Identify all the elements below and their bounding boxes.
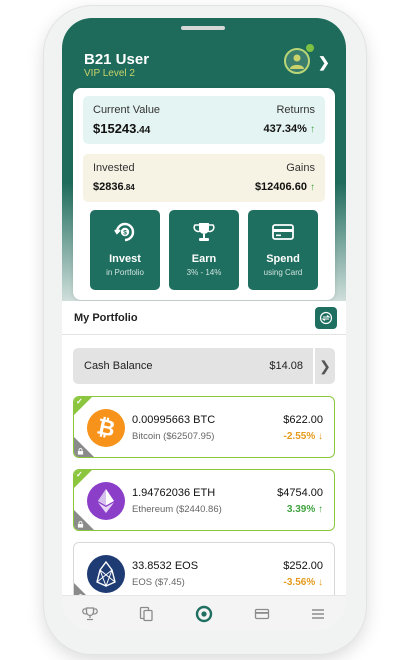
bottom-tab-bar — [62, 595, 346, 630]
portfolio-header: My Portfolio — [62, 301, 346, 335]
summary-card: Current Value $15243.44 Returns 437.34% … — [73, 88, 335, 300]
gains-value: $12406.60 ↑ — [254, 181, 315, 193]
returns-label: Returns — [276, 104, 315, 116]
cash-balance-label: Cash Balance — [84, 360, 153, 372]
gains-label: Gains — [286, 162, 315, 174]
spend-title: Spend — [266, 253, 300, 265]
coin-name-price: Ethereum ($2440.86) — [132, 504, 222, 515]
invested-label: Invested — [93, 162, 135, 174]
portfolio-title: My Portfolio — [74, 312, 138, 324]
coin-card-eth[interactable]: ✓ 1.94762036 ETH Ethereum ($2440.86) $47… — [73, 469, 335, 531]
current-value-row: Current Value $15243.44 Returns 437.34% … — [83, 96, 325, 144]
trophy-icon — [193, 223, 215, 241]
coin-card-btc[interactable]: ✓ ₿ 0.00995663 BTC Bitcoin ($62507.95) $… — [73, 396, 335, 458]
avatar-icon[interactable] — [284, 48, 310, 74]
arrow-up-icon: ↑ — [310, 182, 315, 193]
tab-menu-icon[interactable] — [308, 604, 328, 624]
coin-value: $4754.00 — [277, 487, 323, 499]
coin-amount: 1.94762036 ETH — [132, 487, 216, 499]
eos-icon — [87, 555, 125, 593]
coin-change: -3.56% ↓ — [283, 577, 323, 588]
card-icon — [272, 224, 294, 240]
invest-title: Invest — [109, 253, 141, 265]
coin-value: $622.00 — [283, 414, 323, 426]
lock-icon — [77, 521, 84, 528]
tab-card-icon[interactable] — [252, 604, 272, 624]
arrow-up-icon: ↑ — [318, 504, 323, 515]
chevron-right-icon[interactable]: ❯ — [318, 54, 330, 71]
invested-value: $2836.84 — [93, 181, 135, 193]
coin-amount: 33.8532 EOS — [132, 560, 199, 572]
earn-button[interactable]: Earn 3% - 14% — [169, 210, 239, 290]
online-status-dot — [306, 44, 314, 52]
arrow-down-icon: ↓ — [318, 431, 323, 442]
cash-balance-value: $14.08 — [269, 360, 303, 372]
lock-icon — [77, 448, 84, 455]
invest-icon: $ — [114, 222, 135, 242]
coin-name-price: EOS ($7.45) — [132, 577, 185, 588]
speaker-notch — [181, 26, 225, 30]
invest-subtitle: in Portfolio — [106, 268, 144, 277]
coin-value: $252.00 — [283, 560, 323, 572]
earn-subtitle: 3% - 14% — [186, 268, 222, 277]
returns-value: 437.34% ↑ — [263, 123, 316, 135]
tab-exchange-icon[interactable] — [136, 604, 156, 624]
coin-name-price: Bitcoin ($62507.95) — [132, 431, 215, 442]
current-value-label: Current Value — [93, 104, 161, 116]
invest-button[interactable]: $ Invest in Portfolio — [90, 210, 160, 290]
bitcoin-icon: ₿ — [87, 409, 125, 447]
cash-balance-row[interactable]: Cash Balance $14.08 — [73, 348, 313, 384]
chevron-right-icon[interactable]: ❯ — [315, 348, 335, 384]
svg-text:$: $ — [123, 229, 127, 236]
vip-level: VIP Level 2 — [84, 68, 135, 79]
coin-change: -2.55% ↓ — [283, 431, 323, 442]
spend-subtitle: using Card — [263, 268, 303, 277]
coin-amount: 0.00995663 BTC — [132, 414, 216, 426]
tab-home-icon[interactable] — [194, 604, 214, 624]
user-name: B21 User — [84, 51, 150, 68]
tab-trophy-icon[interactable] — [80, 604, 100, 624]
check-icon: ✓ — [76, 397, 83, 406]
arrow-down-icon: ↓ — [318, 577, 323, 588]
coin-change: 3.39% ↑ — [286, 504, 323, 515]
arrow-up-icon: ↑ — [310, 124, 315, 135]
portfolio-settings-icon[interactable] — [315, 307, 337, 329]
invested-row: Invested $2836.84 Gains $12406.60 ↑ — [83, 154, 325, 202]
current-value: $15243.44 — [93, 121, 151, 136]
header: B21 User VIP Level 2 ❯ Current Value $15… — [62, 18, 346, 318]
ethereum-icon — [87, 482, 125, 520]
check-icon: ✓ — [76, 470, 83, 479]
earn-title: Earn — [191, 253, 217, 265]
spend-button[interactable]: Spend using Card — [248, 210, 318, 290]
app-screen: B21 User VIP Level 2 ❯ Current Value $15… — [62, 18, 346, 630]
